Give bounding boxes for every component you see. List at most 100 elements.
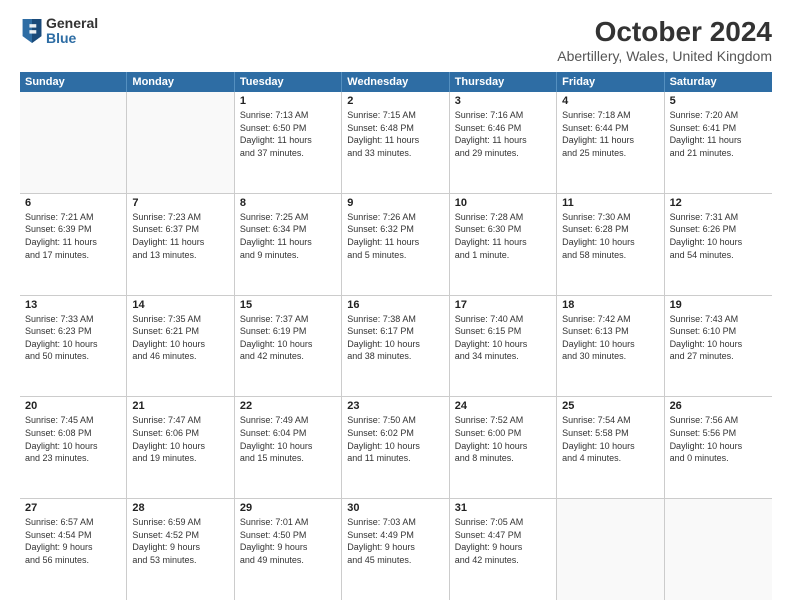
calendar-cell: 31 Sunrise: 7:05 AM Sunset: 4:47 PM Dayli…	[450, 499, 557, 600]
calendar-cell: 2Sunrise: 7:15 AM Sunset: 6:48 PM Daylig…	[342, 92, 449, 193]
calendar-cell: 26 Sunrise: 7:56 AM Sunset: 5:56 PM Dayli…	[665, 397, 772, 498]
cell-daylight-info: Sunrise: 7:21 AM Sunset: 6:39 PM Dayligh…	[25, 211, 121, 261]
calendar-header-cell: Wednesday	[342, 72, 449, 92]
calendar-cell: 9 Sunrise: 7:26 AM Sunset: 6:32 PM Daylig…	[342, 194, 449, 295]
day-number: 6	[25, 197, 121, 209]
cell-daylight-info: Sunrise: 7:20 AM Sunset: 6:41 PM Dayligh…	[670, 109, 767, 159]
calendar: SundayMondayTuesdayWednesdayThursdayFrid…	[20, 72, 772, 600]
cell-daylight-info: Sunrise: 7:56 AM Sunset: 5:56 PM Dayligh…	[670, 414, 767, 464]
calendar-cell: 7Sunrise: 7:23 AM Sunset: 6:37 PM Daylig…	[127, 194, 234, 295]
logo-icon	[22, 19, 42, 43]
calendar-cell: 19 Sunrise: 7:43 AM Sunset: 6:10 PM Dayli…	[665, 296, 772, 397]
cell-daylight-info: Sunrise: 7:01 AM Sunset: 4:50 PM Dayligh…	[240, 516, 336, 566]
calendar-cell: 1 Sunrise: 7:13 AM Sunset: 6:50 PM Daylig…	[235, 92, 342, 193]
day-number: 30	[347, 502, 443, 514]
calendar-cell: 18Sunrise: 7:42 AM Sunset: 6:13 PM Dayli…	[557, 296, 664, 397]
day-number: 14	[132, 299, 228, 311]
cell-daylight-info: Sunrise: 7:18 AM Sunset: 6:44 PM Dayligh…	[562, 109, 658, 159]
cell-daylight-info: Sunrise: 7:03 AM Sunset: 4:49 PM Dayligh…	[347, 516, 443, 566]
cell-daylight-info: Sunrise: 7:50 AM Sunset: 6:02 PM Dayligh…	[347, 414, 443, 464]
day-number: 1	[240, 95, 336, 107]
cell-daylight-info: Sunrise: 7:25 AM Sunset: 6:34 PM Dayligh…	[240, 211, 336, 261]
day-number: 24	[455, 400, 551, 412]
cell-daylight-info: Sunrise: 7:26 AM Sunset: 6:32 PM Dayligh…	[347, 211, 443, 261]
calendar-header-cell: Saturday	[665, 72, 772, 92]
day-number: 19	[670, 299, 767, 311]
logo-blue-text: Blue	[46, 31, 98, 46]
day-number: 4	[562, 95, 658, 107]
cell-daylight-info: Sunrise: 7:40 AM Sunset: 6:15 PM Dayligh…	[455, 313, 551, 363]
cell-daylight-info: Sunrise: 7:45 AM Sunset: 6:08 PM Dayligh…	[25, 414, 121, 464]
title-block: October 2024 Abertillery, Wales, United …	[557, 16, 772, 64]
calendar-row: 6 Sunrise: 7:21 AM Sunset: 6:39 PM Daylig…	[20, 194, 772, 296]
day-number: 21	[132, 400, 228, 412]
day-number: 13	[25, 299, 121, 311]
calendar-header-cell: Thursday	[450, 72, 557, 92]
calendar-cell: 10Sunrise: 7:28 AM Sunset: 6:30 PM Dayli…	[450, 194, 557, 295]
calendar-cell: 29Sunrise: 7:01 AM Sunset: 4:50 PM Dayli…	[235, 499, 342, 600]
cell-daylight-info: Sunrise: 7:05 AM Sunset: 4:47 PM Dayligh…	[455, 516, 551, 566]
calendar-header: SundayMondayTuesdayWednesdayThursdayFrid…	[20, 72, 772, 92]
logo-general-text: General	[46, 16, 98, 31]
calendar-cell: 4 Sunrise: 7:18 AM Sunset: 6:44 PM Daylig…	[557, 92, 664, 193]
calendar-cell: 21Sunrise: 7:47 AM Sunset: 6:06 PM Dayli…	[127, 397, 234, 498]
cell-daylight-info: Sunrise: 6:57 AM Sunset: 4:54 PM Dayligh…	[25, 516, 121, 566]
day-number: 7	[132, 197, 228, 209]
cell-daylight-info: Sunrise: 7:16 AM Sunset: 6:46 PM Dayligh…	[455, 109, 551, 159]
cell-daylight-info: Sunrise: 7:38 AM Sunset: 6:17 PM Dayligh…	[347, 313, 443, 363]
cell-daylight-info: Sunrise: 7:33 AM Sunset: 6:23 PM Dayligh…	[25, 313, 121, 363]
calendar-cell: 6 Sunrise: 7:21 AM Sunset: 6:39 PM Daylig…	[20, 194, 127, 295]
calendar-cell: 12Sunrise: 7:31 AM Sunset: 6:26 PM Dayli…	[665, 194, 772, 295]
calendar-cell: 11Sunrise: 7:30 AM Sunset: 6:28 PM Dayli…	[557, 194, 664, 295]
day-number: 5	[670, 95, 767, 107]
calendar-cell: 30 Sunrise: 7:03 AM Sunset: 4:49 PM Dayli…	[342, 499, 449, 600]
day-number: 8	[240, 197, 336, 209]
calendar-body: 1 Sunrise: 7:13 AM Sunset: 6:50 PM Daylig…	[20, 92, 772, 600]
calendar-cell: 5 Sunrise: 7:20 AM Sunset: 6:41 PM Daylig…	[665, 92, 772, 193]
day-number: 28	[132, 502, 228, 514]
calendar-cell: 14Sunrise: 7:35 AM Sunset: 6:21 PM Dayli…	[127, 296, 234, 397]
day-number: 22	[240, 400, 336, 412]
day-number: 9	[347, 197, 443, 209]
day-number: 26	[670, 400, 767, 412]
cell-daylight-info: Sunrise: 7:13 AM Sunset: 6:50 PM Dayligh…	[240, 109, 336, 159]
cell-daylight-info: Sunrise: 6:59 AM Sunset: 4:52 PM Dayligh…	[132, 516, 228, 566]
day-number: 3	[455, 95, 551, 107]
calendar-row: 20Sunrise: 7:45 AM Sunset: 6:08 PM Dayli…	[20, 397, 772, 499]
day-number: 17	[455, 299, 551, 311]
calendar-header-cell: Monday	[127, 72, 234, 92]
day-number: 10	[455, 197, 551, 209]
cell-daylight-info: Sunrise: 7:49 AM Sunset: 6:04 PM Dayligh…	[240, 414, 336, 464]
calendar-cell: 24 Sunrise: 7:52 AM Sunset: 6:00 PM Dayli…	[450, 397, 557, 498]
calendar-row: 1 Sunrise: 7:13 AM Sunset: 6:50 PM Daylig…	[20, 92, 772, 194]
main-title: October 2024	[557, 16, 772, 48]
day-number: 23	[347, 400, 443, 412]
calendar-cell	[557, 499, 664, 600]
day-number: 18	[562, 299, 658, 311]
calendar-cell: 22 Sunrise: 7:49 AM Sunset: 6:04 PM Dayli…	[235, 397, 342, 498]
day-number: 11	[562, 197, 658, 209]
calendar-cell: 20Sunrise: 7:45 AM Sunset: 6:08 PM Dayli…	[20, 397, 127, 498]
calendar-row: 27 Sunrise: 6:57 AM Sunset: 4:54 PM Dayli…	[20, 499, 772, 600]
day-number: 15	[240, 299, 336, 311]
cell-daylight-info: Sunrise: 7:15 AM Sunset: 6:48 PM Dayligh…	[347, 109, 443, 159]
day-number: 31	[455, 502, 551, 514]
calendar-cell: 23 Sunrise: 7:50 AM Sunset: 6:02 PM Dayli…	[342, 397, 449, 498]
calendar-cell: 8 Sunrise: 7:25 AM Sunset: 6:34 PM Daylig…	[235, 194, 342, 295]
calendar-cell	[665, 499, 772, 600]
day-number: 25	[562, 400, 658, 412]
calendar-cell: 27 Sunrise: 6:57 AM Sunset: 4:54 PM Dayli…	[20, 499, 127, 600]
cell-daylight-info: Sunrise: 7:31 AM Sunset: 6:26 PM Dayligh…	[670, 211, 767, 261]
calendar-cell	[20, 92, 127, 193]
calendar-header-cell: Tuesday	[235, 72, 342, 92]
calendar-cell: 25Sunrise: 7:54 AM Sunset: 5:58 PM Dayli…	[557, 397, 664, 498]
cell-daylight-info: Sunrise: 7:43 AM Sunset: 6:10 PM Dayligh…	[670, 313, 767, 363]
calendar-cell: 15Sunrise: 7:37 AM Sunset: 6:19 PM Dayli…	[235, 296, 342, 397]
calendar-cell: 17 Sunrise: 7:40 AM Sunset: 6:15 PM Dayli…	[450, 296, 557, 397]
day-number: 27	[25, 502, 121, 514]
calendar-cell: 16 Sunrise: 7:38 AM Sunset: 6:17 PM Dayli…	[342, 296, 449, 397]
cell-daylight-info: Sunrise: 7:52 AM Sunset: 6:00 PM Dayligh…	[455, 414, 551, 464]
calendar-cell: 13 Sunrise: 7:33 AM Sunset: 6:23 PM Dayli…	[20, 296, 127, 397]
subtitle: Abertillery, Wales, United Kingdom	[557, 48, 772, 64]
day-number: 16	[347, 299, 443, 311]
